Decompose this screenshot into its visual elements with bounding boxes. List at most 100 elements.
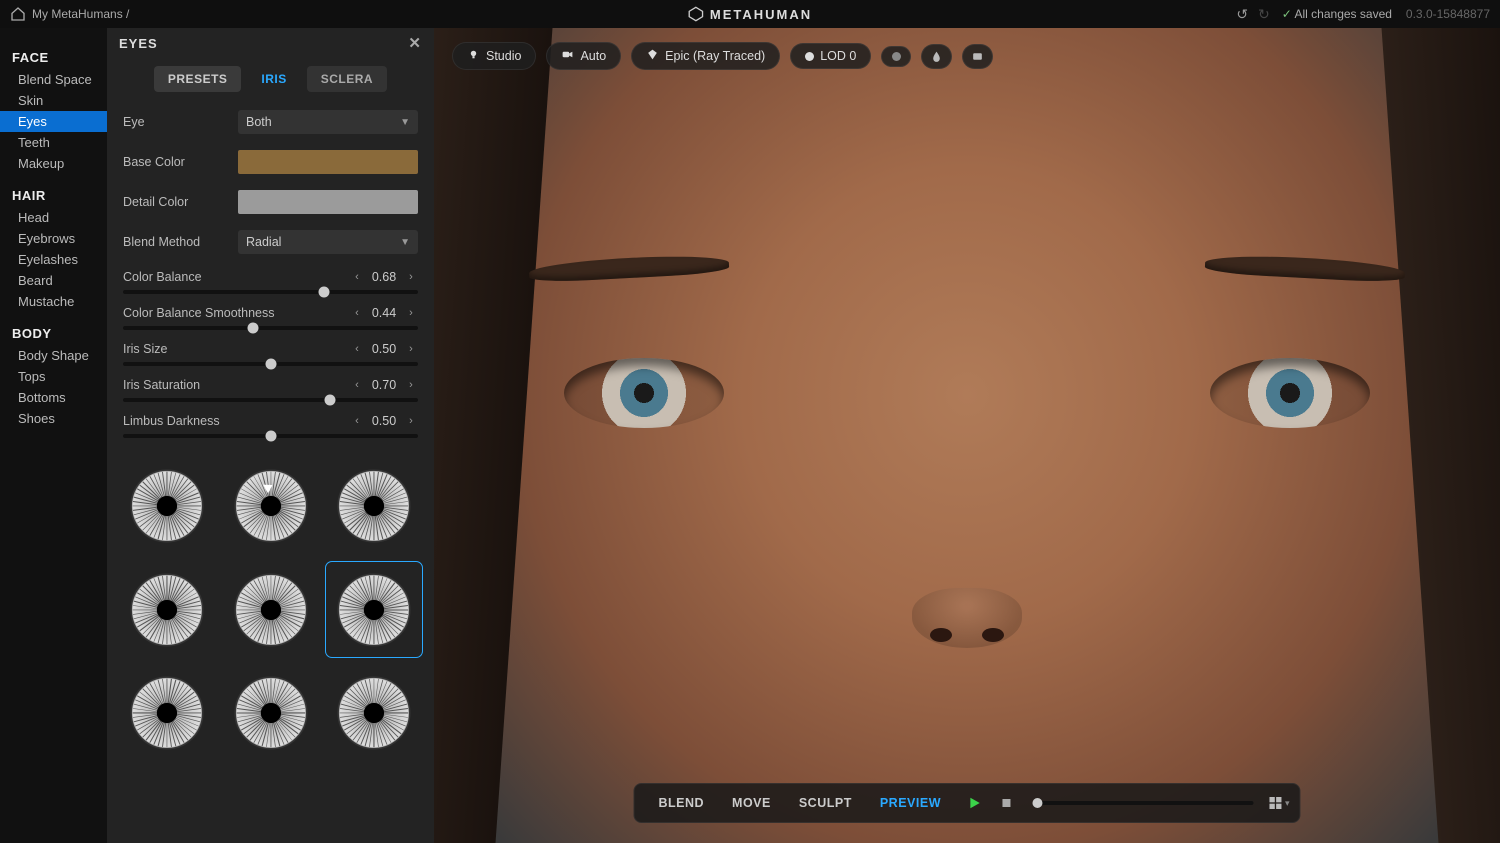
properties-panel: EYES ✕ PRESETSIRISSCLERA Eye Both ▼ Base…	[107, 28, 434, 843]
eye-select-value: Both	[246, 115, 272, 129]
base-color-swatch[interactable]	[238, 150, 418, 174]
mode-preview[interactable]: PREVIEW	[866, 790, 955, 816]
viewport-bottom-toolbar: BLENDMOVESCULPTPREVIEW ▾	[633, 783, 1300, 823]
lod-pill[interactable]: LOD 0	[790, 43, 871, 69]
toggle-hair-icon[interactable]	[921, 44, 952, 69]
iris-pattern-7[interactable]	[225, 667, 317, 759]
detail-color-label: Detail Color	[123, 195, 238, 209]
undo-icon[interactable]: ↺	[1236, 6, 1248, 23]
camera-label: Auto	[580, 49, 606, 63]
slider-track[interactable]	[123, 326, 418, 330]
slider-thumb[interactable]	[265, 359, 276, 370]
drop-icon	[930, 50, 943, 63]
panel-tab-sclera[interactable]: SCLERA	[307, 66, 387, 92]
circle-icon	[892, 52, 901, 61]
nav-item-beard[interactable]: Beard	[12, 270, 107, 291]
slider-thumb[interactable]	[247, 323, 258, 334]
detail-color-swatch[interactable]	[238, 190, 418, 214]
saved-label: All changes saved	[1295, 7, 1392, 21]
slider-track[interactable]	[123, 362, 418, 366]
timeline-thumb[interactable]	[1032, 798, 1042, 808]
decrement-icon[interactable]: ‹	[350, 379, 364, 391]
quality-pill[interactable]: Epic (Ray Traced)	[631, 42, 780, 70]
iris-pattern-3[interactable]	[121, 564, 213, 656]
nav-item-head[interactable]: Head	[12, 207, 107, 228]
iris-pattern-4[interactable]	[225, 564, 317, 656]
increment-icon[interactable]: ›	[404, 343, 418, 355]
nostril-left	[930, 628, 952, 642]
nav-item-eyelashes[interactable]: Eyelashes	[12, 249, 107, 270]
decrement-icon[interactable]: ‹	[350, 343, 364, 355]
slider-limbus-darkness: Limbus Darkness‹0.50›	[123, 414, 418, 438]
slider-label: Color Balance Smoothness	[123, 306, 350, 320]
breadcrumb[interactable]: My MetaHumans /	[32, 7, 129, 21]
chevron-down-icon: ▼	[400, 237, 410, 248]
toggle-environment-icon[interactable]	[962, 44, 993, 69]
decrement-icon[interactable]: ‹	[350, 271, 364, 283]
nostril-right	[982, 628, 1004, 642]
mode-sculpt[interactable]: SCULPT	[785, 790, 866, 816]
nav-item-body-shape[interactable]: Body Shape	[12, 345, 107, 366]
slider-thumb[interactable]	[318, 287, 329, 298]
iris-pattern-1[interactable]	[225, 460, 317, 552]
blend-method-dropdown[interactable]: Radial ▼	[238, 230, 418, 254]
eye-select-dropdown[interactable]: Both ▼	[238, 110, 418, 134]
slider-value[interactable]: 0.68	[364, 270, 404, 284]
toggle-clay-icon[interactable]	[881, 46, 911, 67]
nav-item-bottoms[interactable]: Bottoms	[12, 387, 107, 408]
slider-label: Color Balance	[123, 270, 350, 284]
nav-item-eyebrows[interactable]: Eyebrows	[12, 228, 107, 249]
slider-value[interactable]: 0.44	[364, 306, 404, 320]
nav-item-skin[interactable]: Skin	[12, 90, 107, 111]
slider-iris-saturation: Iris Saturation‹0.70›	[123, 378, 418, 402]
iris-pattern-0[interactable]	[121, 460, 213, 552]
increment-icon[interactable]: ›	[404, 271, 418, 283]
play-button[interactable]	[961, 796, 987, 810]
viewport[interactable]: Studio Auto Epic (Ray Traced) LOD 0	[434, 28, 1500, 843]
panel-tab-iris[interactable]: IRIS	[247, 66, 300, 92]
decrement-icon[interactable]: ‹	[350, 415, 364, 427]
slider-track[interactable]	[123, 290, 418, 294]
slider-value[interactable]: 0.70	[364, 378, 404, 392]
home-icon[interactable]	[10, 6, 26, 22]
camera-pill[interactable]: Auto	[546, 42, 621, 70]
nav-item-blend-space[interactable]: Blend Space	[12, 69, 107, 90]
nav-item-eyes[interactable]: Eyes	[0, 111, 107, 132]
panel-tab-presets[interactable]: PRESETS	[154, 66, 242, 92]
mode-move[interactable]: MOVE	[718, 790, 785, 816]
view-grid-button[interactable]: ▾	[1267, 795, 1290, 811]
slider-track[interactable]	[123, 398, 418, 402]
decrement-icon[interactable]: ‹	[350, 307, 364, 319]
iris-pattern-2[interactable]	[328, 460, 420, 552]
slider-thumb[interactable]	[324, 395, 335, 406]
animation-timeline[interactable]	[1033, 801, 1253, 805]
iris-pattern-5[interactable]	[328, 564, 420, 656]
nav-item-shoes[interactable]: Shoes	[12, 408, 107, 429]
close-icon[interactable]: ✕	[408, 34, 422, 52]
increment-icon[interactable]: ›	[404, 415, 418, 427]
slider-track[interactable]	[123, 434, 418, 438]
slider-thumb[interactable]	[265, 431, 276, 442]
slider-label: Limbus Darkness	[123, 414, 350, 428]
increment-icon[interactable]: ›	[404, 307, 418, 319]
base-color-label: Base Color	[123, 155, 238, 169]
nav-item-mustache[interactable]: Mustache	[12, 291, 107, 312]
mode-blend[interactable]: BLEND	[644, 790, 718, 816]
stop-button[interactable]	[993, 797, 1019, 809]
eye-left	[564, 358, 724, 428]
nav-item-makeup[interactable]: Makeup	[12, 153, 107, 174]
lighting-label: Studio	[486, 49, 521, 63]
slider-value[interactable]: 0.50	[364, 414, 404, 428]
slider-color-balance-smoothness: Color Balance Smoothness‹0.44›	[123, 306, 418, 330]
iris-pattern-8[interactable]	[328, 667, 420, 759]
hair-right	[1382, 28, 1500, 843]
nav-item-tops[interactable]: Tops	[12, 366, 107, 387]
nose	[912, 588, 1022, 648]
redo-icon[interactable]: ↻	[1258, 6, 1270, 23]
slider-value[interactable]: 0.50	[364, 342, 404, 356]
lighting-pill[interactable]: Studio	[452, 42, 536, 70]
increment-icon[interactable]: ›	[404, 379, 418, 391]
nav-item-teeth[interactable]: Teeth	[12, 132, 107, 153]
card-icon	[971, 50, 984, 63]
iris-pattern-6[interactable]	[121, 667, 213, 759]
